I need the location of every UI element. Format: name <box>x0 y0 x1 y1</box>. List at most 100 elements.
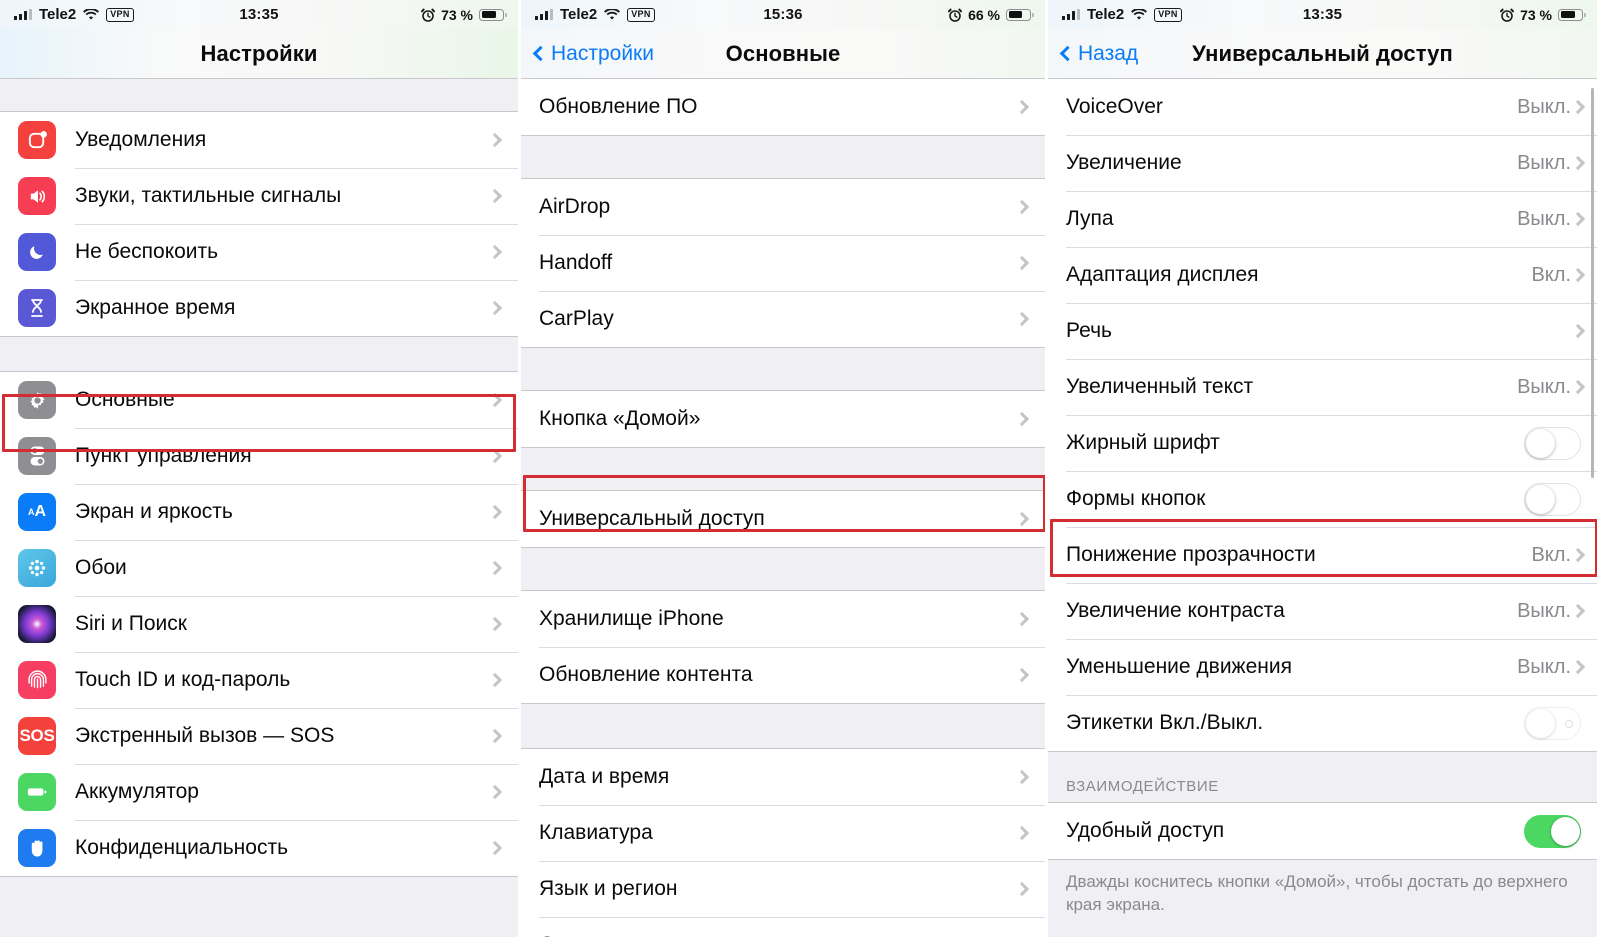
reachability-toggle[interactable] <box>1524 814 1581 848</box>
list-top-gap <box>0 79 518 111</box>
nav-bar: Назад Универсальный доступ <box>1048 29 1597 79</box>
back-button[interactable]: Настройки <box>532 42 654 66</box>
row-dictionary[interactable]: Словарь <box>521 917 1045 937</box>
row-accessibility[interactable]: Универсальный доступ <box>521 491 1045 547</box>
row-label: Лупа <box>1066 207 1114 230</box>
row-label: Этикетки Вкл./Выкл. <box>1066 711 1264 734</box>
row-label: Жирный шрифт <box>1066 431 1220 454</box>
accessibility-list[interactable]: VoiceOver Выкл. Увеличение Выкл. Лупа Вы… <box>1048 79 1597 937</box>
row-label: Handoff <box>539 251 613 274</box>
row-bold-text[interactable]: Жирный шрифт <box>1048 415 1597 471</box>
row-label: Экран и яркость <box>75 500 233 523</box>
back-button[interactable]: Назад <box>1059 41 1139 66</box>
on-off-labels-toggle[interactable] <box>1524 706 1581 740</box>
row-notifications[interactable]: Уведомления <box>0 112 518 168</box>
row-button-shapes[interactable]: Формы кнопок <box>1048 471 1597 527</box>
alarm-icon <box>421 8 436 22</box>
row-control-center[interactable]: Пункт управления <box>0 428 518 484</box>
row-label: Язык и регион <box>539 877 678 900</box>
row-do-not-disturb[interactable]: Не беспокоить <box>0 224 518 280</box>
row-label: VoiceOver <box>1066 95 1163 118</box>
chevron-right-icon <box>487 300 503 316</box>
row-reduce-transparency[interactable]: Понижение прозрачности Вкл. <box>1048 527 1597 583</box>
group-home-button: Кнопка «Домой» <box>521 390 1045 448</box>
chevron-right-icon <box>1014 881 1030 897</box>
chevron-right-icon <box>487 784 503 800</box>
wallpaper-icon <box>18 549 56 587</box>
three-panel-screenshot: Tele2 VPN 13:35 73 % Настройки Уведомлен… <box>0 0 1600 937</box>
row-sounds[interactable]: Звуки, тактильные сигналы <box>0 168 518 224</box>
toggle-knob <box>1551 816 1580 846</box>
alarm-icon <box>948 8 963 22</box>
panel-general: Tele2 VPN 15:36 66 % Настройки Основные … <box>518 0 1045 937</box>
fingerprint-icon <box>18 661 56 699</box>
row-home-button[interactable]: Кнопка «Домой» <box>521 391 1045 447</box>
row-background-refresh[interactable]: Обновление контента <box>521 647 1045 703</box>
row-display-accommodations[interactable]: Адаптация дисплея Вкл. <box>1048 247 1597 303</box>
settings-list[interactable]: Уведомления Звуки, тактильные сигналы Не… <box>0 79 518 937</box>
battery-percent-label: 73 % <box>1520 6 1552 23</box>
row-wallpaper[interactable]: Обои <box>0 540 518 596</box>
status-bar: Tele2 VPN 13:35 73 % <box>0 0 518 29</box>
battery-icon <box>1558 8 1586 21</box>
general-list[interactable]: Обновление ПО AirDrop Handoff CarPlay Кн… <box>521 79 1045 937</box>
speaker-icon <box>18 177 56 215</box>
row-label: Речь <box>1066 319 1112 342</box>
row-zoom[interactable]: Увеличение Выкл. <box>1048 135 1597 191</box>
row-general[interactable]: Основные <box>0 372 518 428</box>
row-reachability[interactable]: Удобный доступ <box>1048 803 1597 859</box>
row-airdrop[interactable]: AirDrop <box>521 179 1045 235</box>
row-label: Touch ID и код-пароль <box>75 668 291 691</box>
hourglass-icon <box>18 289 56 327</box>
row-language-region[interactable]: Язык и регион <box>521 861 1045 917</box>
row-battery[interactable]: Аккумулятор <box>0 764 518 820</box>
bold-text-toggle[interactable] <box>1524 426 1581 460</box>
chevron-right-icon <box>1014 255 1030 271</box>
vertical-scrollbar[interactable] <box>1590 88 1594 478</box>
page-title: Настройки <box>200 40 318 66</box>
chevron-right-icon <box>1014 311 1030 327</box>
chevron-right-icon <box>487 560 503 576</box>
row-carplay[interactable]: CarPlay <box>521 291 1045 347</box>
row-voiceover[interactable]: VoiceOver Выкл. <box>1048 79 1597 135</box>
row-keyboard[interactable]: Клавиатура <box>521 805 1045 861</box>
chevron-right-icon <box>487 132 503 148</box>
back-label: Назад <box>1078 41 1139 65</box>
moon-icon <box>18 233 56 271</box>
row-increase-contrast[interactable]: Увеличение контраста Выкл. <box>1048 583 1597 639</box>
row-label: AirDrop <box>539 195 611 218</box>
row-speech[interactable]: Речь <box>1048 303 1597 359</box>
row-iphone-storage[interactable]: Хранилище iPhone <box>521 591 1045 647</box>
row-on-off-labels[interactable]: Этикетки Вкл./Выкл. <box>1048 695 1597 751</box>
row-label: Увеличение <box>1066 151 1182 174</box>
panel-settings-root: Tele2 VPN 13:35 73 % Настройки Уведомлен… <box>0 0 518 937</box>
row-larger-text[interactable]: Увеличенный текст Выкл. <box>1048 359 1597 415</box>
group-storage: Хранилище iPhone Обновление контента <box>521 590 1045 704</box>
toggle-knob <box>1526 428 1555 458</box>
chevron-right-icon <box>487 188 503 204</box>
row-handoff[interactable]: Handoff <box>521 235 1045 291</box>
row-date-time[interactable]: Дата и время <box>521 749 1045 805</box>
list-gap <box>521 348 1045 390</box>
battery-icon <box>479 8 507 21</box>
row-privacy[interactable]: Конфиденциальность <box>0 820 518 876</box>
chevron-right-icon <box>1014 411 1030 427</box>
group-vision: VoiceOver Выкл. Увеличение Выкл. Лупа Вы… <box>1048 79 1597 752</box>
row-reduce-motion[interactable]: Уменьшение движения Выкл. <box>1048 639 1597 695</box>
status-right: 73 % <box>1500 6 1586 23</box>
row-label: Клавиатура <box>539 821 653 844</box>
notifications-icon <box>18 121 56 159</box>
row-label: Формы кнопок <box>1066 487 1206 510</box>
row-screen-time[interactable]: Экранное время <box>0 280 518 336</box>
row-label: Звуки, тактильные сигналы <box>75 184 342 207</box>
row-software-update[interactable]: Обновление ПО <box>521 79 1045 135</box>
row-magnifier[interactable]: Лупа Выкл. <box>1048 191 1597 247</box>
chevron-right-icon <box>487 728 503 744</box>
row-siri-search[interactable]: Siri и Поиск <box>0 596 518 652</box>
row-touch-id[interactable]: Touch ID и код-пароль <box>0 652 518 708</box>
row-label: Увеличенный текст <box>1066 375 1254 398</box>
row-display-brightness[interactable]: AA Экран и яркость <box>0 484 518 540</box>
button-shapes-toggle[interactable] <box>1524 482 1581 516</box>
row-label: Конфиденциальность <box>75 836 289 859</box>
row-emergency-sos[interactable]: SOS Экстренный вызов — SOS <box>0 708 518 764</box>
